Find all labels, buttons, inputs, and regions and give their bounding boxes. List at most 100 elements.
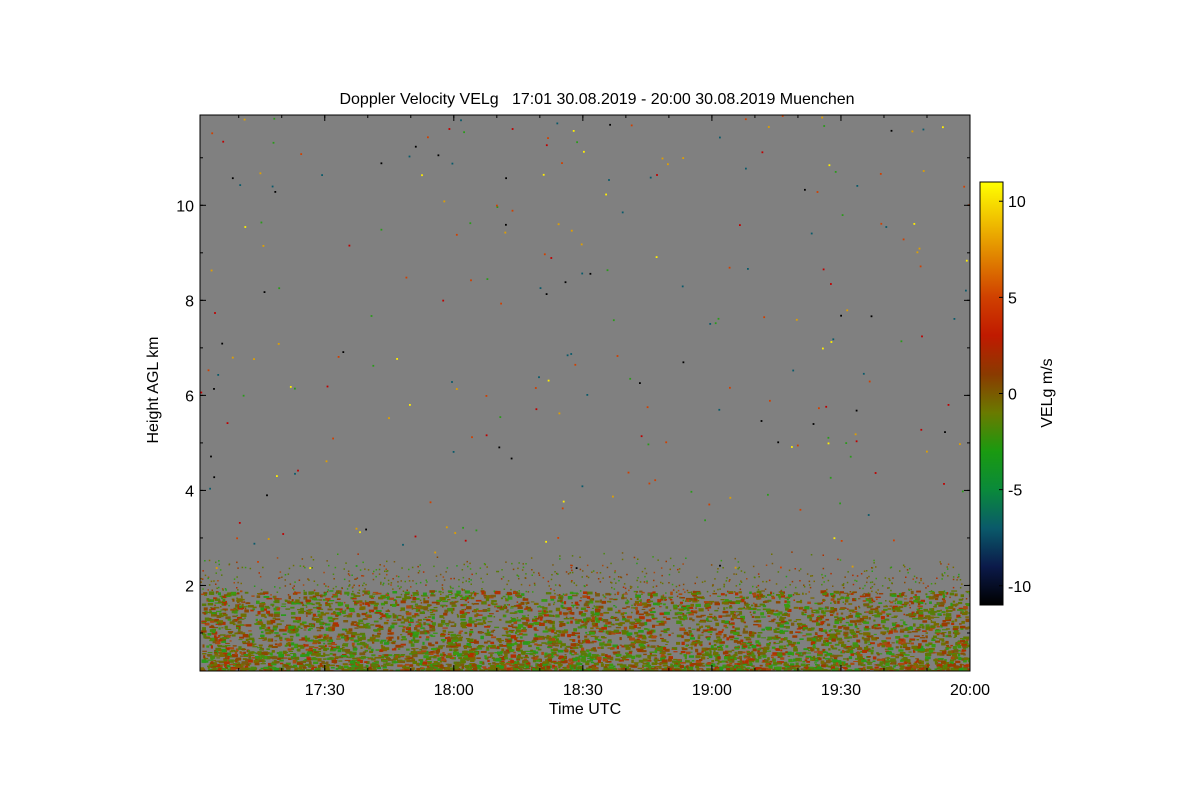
echo-cell xyxy=(516,655,520,658)
echo-cell xyxy=(566,621,570,624)
echo-cell xyxy=(315,650,322,652)
echo-cell xyxy=(895,646,899,649)
echo-cell xyxy=(815,633,818,635)
echo-cell xyxy=(206,645,210,648)
echo-cell xyxy=(490,594,496,598)
echo-cell xyxy=(247,643,252,647)
echo-cell xyxy=(734,637,739,640)
echo-cell xyxy=(236,593,240,595)
echo-cell xyxy=(597,639,602,642)
echo-cell xyxy=(698,643,702,646)
echo-cell xyxy=(490,641,495,645)
echo-cell xyxy=(245,667,250,670)
echo-cell xyxy=(366,614,369,617)
echo-cell xyxy=(397,664,403,667)
echo-cell xyxy=(802,660,806,663)
echo-cell xyxy=(952,600,956,603)
echo-cell xyxy=(423,628,426,630)
echo-cell xyxy=(688,627,691,629)
echo-cell xyxy=(548,653,552,655)
echo-cell xyxy=(240,651,243,654)
echo-cell xyxy=(820,664,826,668)
echo-cell xyxy=(756,609,761,611)
echo-cell xyxy=(330,664,335,667)
echo-cell xyxy=(362,590,366,593)
echo-cell xyxy=(362,618,368,620)
echo-cell xyxy=(327,608,333,611)
echo-cell xyxy=(838,641,845,644)
echo-cell xyxy=(918,626,922,629)
echo-cell xyxy=(823,640,826,643)
echo-cell xyxy=(402,628,405,633)
echo-cell xyxy=(894,622,898,624)
echo-cell xyxy=(270,662,274,665)
echo-cell xyxy=(433,607,438,609)
echo-cell xyxy=(836,618,843,622)
echo-cell xyxy=(958,657,962,660)
echo-cell xyxy=(941,667,948,670)
echo-cell xyxy=(451,639,458,642)
echo-cell xyxy=(444,667,451,670)
echo-cell xyxy=(304,625,311,627)
echo-cell xyxy=(225,656,228,659)
echo-cell xyxy=(824,591,828,594)
echo-cell xyxy=(440,658,446,661)
echo-cell xyxy=(238,646,242,650)
echo-cell xyxy=(469,631,474,634)
echo-cell xyxy=(243,654,249,656)
echo-cell xyxy=(311,664,315,668)
echo-cell xyxy=(372,641,375,644)
echo-cell xyxy=(928,649,934,653)
echo-cell xyxy=(820,621,825,625)
echo-cell xyxy=(422,592,427,596)
echo-cell xyxy=(749,631,753,635)
echo-cell xyxy=(487,604,491,606)
echo-cell xyxy=(303,629,307,631)
echo-cell xyxy=(397,648,401,650)
echo-cell xyxy=(292,657,298,659)
echo-cell xyxy=(948,606,954,610)
echo-cell xyxy=(843,658,847,660)
echo-cell xyxy=(350,622,354,626)
echo-cell xyxy=(522,633,528,636)
echo-cell xyxy=(807,628,812,631)
echo-cell xyxy=(290,642,295,646)
echo-cell xyxy=(954,633,957,637)
echo-cell xyxy=(679,601,683,604)
echo-cell xyxy=(234,632,239,635)
echo-cell xyxy=(607,639,612,642)
echo-cell xyxy=(533,602,539,605)
echo-cell xyxy=(392,613,395,617)
echo-cell xyxy=(849,629,854,632)
echo-cell xyxy=(720,647,723,650)
echo-cell xyxy=(717,595,721,597)
echo-cell xyxy=(599,644,603,646)
echo-cell xyxy=(574,632,580,635)
echo-cell xyxy=(771,595,774,597)
echo-cell xyxy=(948,631,952,634)
echo-cell xyxy=(901,592,906,594)
echo-cell xyxy=(828,629,831,633)
echo-cell xyxy=(695,603,701,607)
echo-cell xyxy=(963,606,968,610)
echo-cell xyxy=(651,666,656,668)
echo-cell xyxy=(333,618,336,621)
echo-cell xyxy=(895,624,900,627)
echo-cell xyxy=(951,590,958,592)
echo-cell xyxy=(735,666,738,669)
echo-cell xyxy=(570,620,573,624)
echo-cell xyxy=(392,655,396,657)
echo-cell xyxy=(359,632,366,636)
echo-cell xyxy=(406,626,409,629)
echo-cell xyxy=(211,668,215,671)
echo-cell xyxy=(482,616,487,620)
echo-cell xyxy=(904,601,909,605)
echo-cell xyxy=(905,647,911,651)
echo-cell xyxy=(626,632,633,636)
echo-cell xyxy=(337,649,342,653)
echo-cell xyxy=(812,655,816,659)
echo-cell xyxy=(259,646,263,648)
echo-cell xyxy=(308,623,312,626)
echo-cell xyxy=(638,613,644,616)
echo-cell xyxy=(922,630,927,632)
